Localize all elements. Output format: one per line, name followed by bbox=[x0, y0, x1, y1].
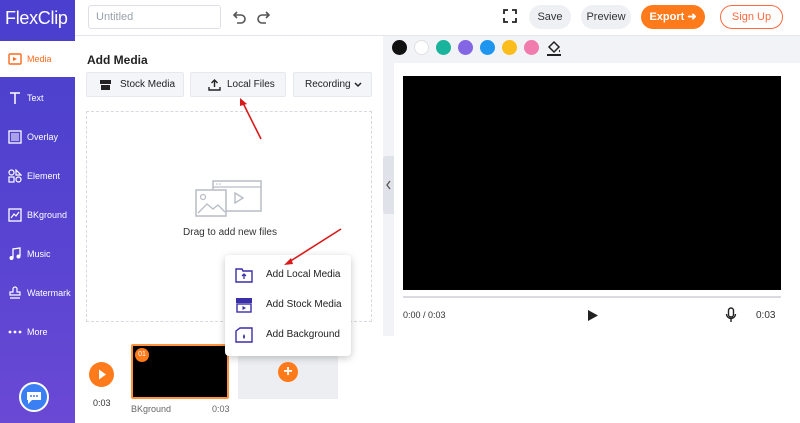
text-icon bbox=[10, 92, 20, 104]
sidebar-item-label: Watermark bbox=[27, 288, 71, 298]
color-swatch-pink[interactable] bbox=[524, 40, 539, 55]
sidebar-item-label: Text bbox=[27, 93, 44, 103]
play-icon[interactable] bbox=[587, 309, 599, 322]
color-swatch-yellow[interactable] bbox=[502, 40, 517, 55]
video-canvas[interactable] bbox=[403, 76, 781, 290]
sidebar-item-label: Overlay bbox=[27, 132, 59, 142]
color-swatch-teal[interactable] bbox=[436, 40, 451, 55]
upload-icon bbox=[208, 79, 221, 91]
popup-item-label: Add Background bbox=[266, 329, 340, 340]
media-icon bbox=[8, 53, 22, 65]
sidebar-item-label: Media bbox=[27, 54, 52, 64]
sidebar-item-label: Music bbox=[27, 249, 51, 259]
clip-name: BKground bbox=[131, 404, 172, 414]
color-palette bbox=[385, 37, 800, 61]
tab-label: Stock Media bbox=[120, 79, 176, 90]
fullscreen-icon[interactable] bbox=[503, 9, 517, 23]
editor-window: FlexClip Save Preview Export ➜ Sign Up M… bbox=[0, 0, 800, 423]
sidebar-item-music[interactable]: Music bbox=[0, 236, 75, 272]
save-button[interactable]: Save bbox=[529, 5, 571, 29]
sidebar-item-element[interactable]: Element bbox=[0, 158, 75, 194]
sidebar-item-bkground[interactable]: BKground bbox=[0, 197, 75, 233]
signup-button[interactable]: Sign Up bbox=[720, 5, 783, 29]
store-icon bbox=[100, 80, 111, 90]
add-media-popup: Add Local Media Add Stock Media Add Back… bbox=[225, 255, 351, 356]
microphone-icon[interactable] bbox=[725, 307, 737, 323]
clip-duration: 0:03 bbox=[212, 404, 230, 414]
arrow-right-icon: ➜ bbox=[687, 11, 697, 23]
export-button[interactable]: Export ➜ bbox=[641, 5, 705, 29]
sidebar-item-media[interactable]: Media bbox=[0, 41, 75, 77]
sidebar-item-text[interactable]: Text bbox=[0, 80, 75, 116]
color-swatch-white[interactable] bbox=[414, 40, 429, 55]
undo-icon[interactable] bbox=[231, 9, 247, 25]
sidebar-item-label: More bbox=[27, 327, 48, 337]
sidebar-item-more[interactable]: More bbox=[0, 314, 75, 350]
playback-progress-bar[interactable] bbox=[403, 296, 781, 298]
sidebar-item-label: Element bbox=[27, 171, 61, 181]
background-icon bbox=[235, 327, 253, 343]
background-icon bbox=[8, 208, 22, 222]
chevron-down-icon bbox=[354, 82, 362, 88]
paint-bucket-icon[interactable] bbox=[546, 40, 562, 56]
music-icon bbox=[9, 247, 21, 260]
sidebar-item-watermark[interactable]: Watermark bbox=[0, 275, 75, 311]
popup-item-label: Add Stock Media bbox=[266, 299, 342, 310]
popup-item-add-local-media[interactable]: Add Local Media bbox=[225, 261, 351, 289]
sidebar-item-label: BKground bbox=[27, 210, 68, 220]
sidebar: Media Text Overlay Element BKground Musi… bbox=[0, 36, 75, 423]
logo: FlexClip bbox=[0, 0, 75, 36]
panel-title: Add Media bbox=[87, 53, 148, 67]
color-swatch-blue[interactable] bbox=[480, 40, 495, 55]
tab-label: Local Files bbox=[227, 79, 275, 90]
stock-media-icon bbox=[236, 298, 252, 313]
popup-item-label: Add Local Media bbox=[266, 269, 341, 280]
tab-stock-media[interactable]: Stock Media bbox=[86, 72, 184, 97]
watermark-icon bbox=[9, 286, 21, 299]
chat-button[interactable] bbox=[19, 382, 49, 412]
chat-icon bbox=[27, 392, 41, 404]
color-swatch-purple[interactable] bbox=[458, 40, 473, 55]
playback-time: 0:00 / 0:03 bbox=[403, 310, 446, 320]
collapse-panel-handle[interactable] bbox=[383, 156, 394, 214]
drop-zone-label: Drag to add new files bbox=[183, 227, 277, 238]
sidebar-item-overlay[interactable]: Overlay bbox=[0, 119, 75, 155]
chevron-left-icon bbox=[386, 180, 391, 190]
export-label: Export bbox=[649, 11, 685, 23]
add-scene-button[interactable]: + bbox=[278, 362, 298, 382]
more-icon bbox=[8, 330, 22, 334]
play-icon bbox=[99, 369, 106, 380]
local-media-icon bbox=[235, 268, 253, 283]
preview-button[interactable]: Preview bbox=[581, 5, 631, 29]
timeline-duration: 0:03 bbox=[93, 398, 111, 408]
tab-label: Recording bbox=[305, 79, 351, 90]
overlay-icon bbox=[8, 130, 22, 144]
element-icon bbox=[8, 169, 22, 183]
color-swatch-black[interactable] bbox=[392, 40, 407, 55]
popup-item-add-stock-media[interactable]: Add Stock Media bbox=[225, 291, 351, 319]
popup-item-add-background[interactable]: Add Background bbox=[225, 321, 351, 349]
tab-local-files[interactable]: Local Files bbox=[190, 72, 286, 97]
clip-number-badge: 01 bbox=[135, 348, 149, 362]
media-placeholder-icon bbox=[195, 180, 262, 217]
timeline-play-button[interactable] bbox=[89, 362, 114, 387]
tab-recording[interactable]: Recording bbox=[293, 72, 372, 97]
redo-icon[interactable] bbox=[256, 9, 272, 25]
top-bar: FlexClip Save Preview Export ➜ Sign Up bbox=[0, 0, 800, 36]
total-duration: 0:03 bbox=[756, 310, 776, 321]
project-title-input[interactable] bbox=[88, 5, 221, 29]
